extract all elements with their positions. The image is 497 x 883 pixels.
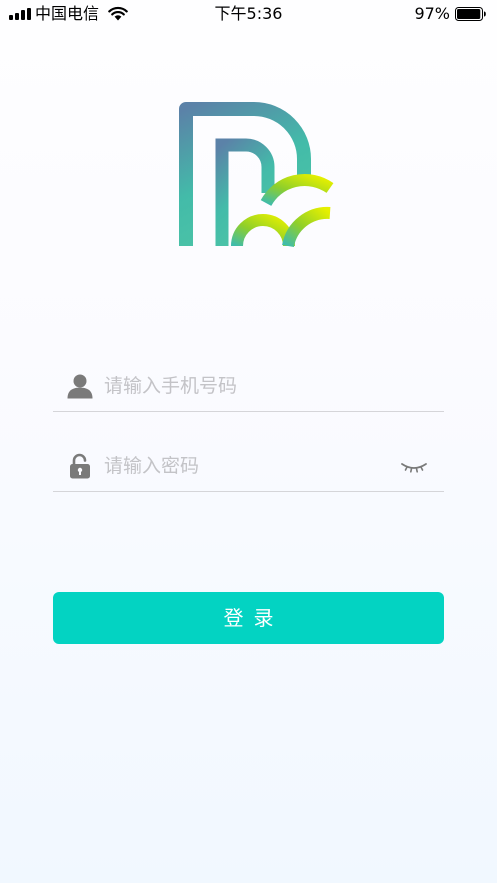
- lock-icon: [70, 453, 90, 479]
- password-field: [53, 443, 444, 492]
- login-button[interactable]: 登录: [53, 592, 444, 644]
- battery-percent: 97%: [414, 4, 450, 23]
- status-bar: 中国电信 下午5:36 97%: [0, 0, 497, 28]
- password-input[interactable]: [104, 451, 384, 481]
- phone-input[interactable]: [104, 371, 384, 401]
- user-icon: [67, 374, 93, 399]
- battery-icon: [455, 7, 486, 21]
- phone-field: [53, 363, 444, 412]
- app-logo: [179, 102, 334, 248]
- eye-closed-icon[interactable]: [400, 456, 428, 476]
